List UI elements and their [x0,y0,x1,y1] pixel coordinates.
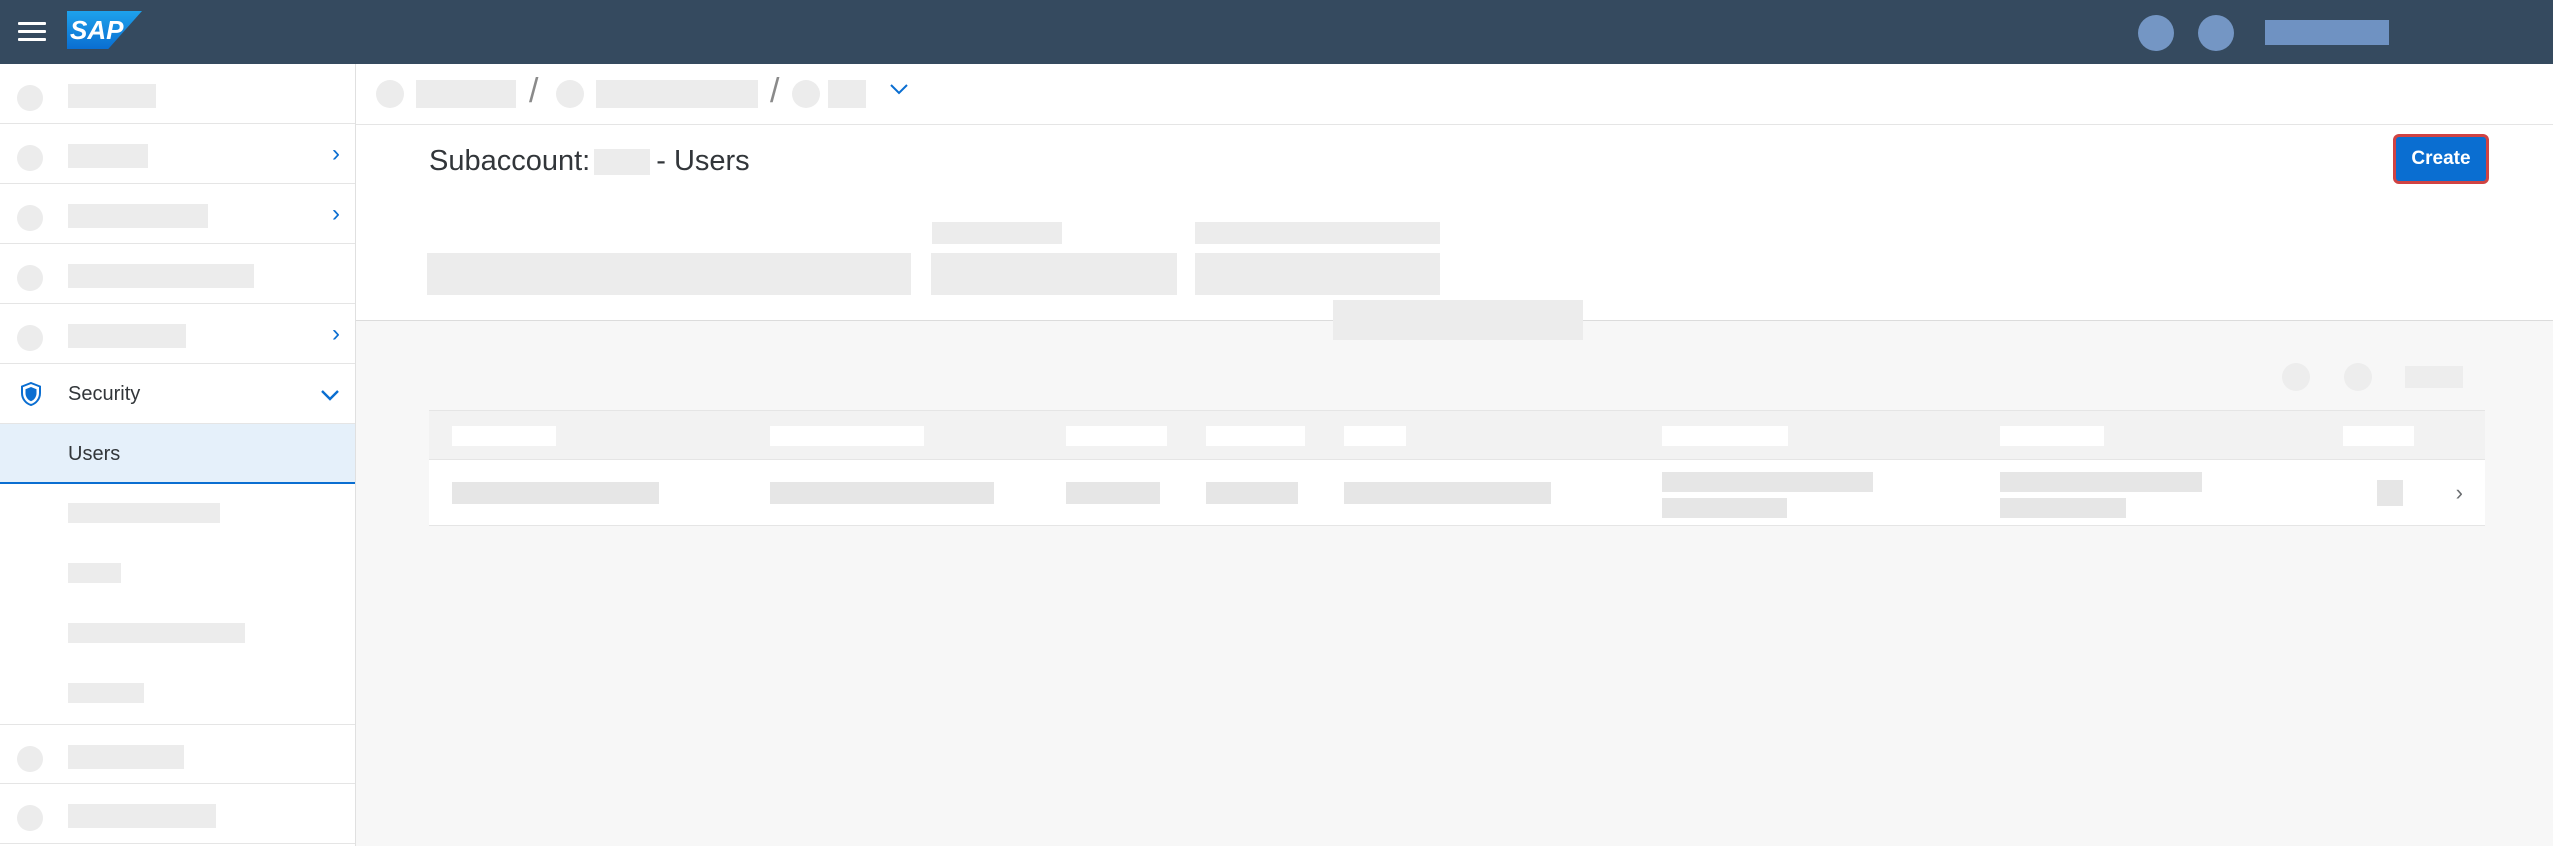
filter-field[interactable] [931,253,1177,295]
toolbar-action-icon[interactable] [2344,363,2372,391]
sidebar-item-label: Users [68,443,121,465]
user-name[interactable] [2265,20,2389,45]
nav-icon [17,325,43,351]
table-cell [1066,482,1160,504]
hamburger-menu-icon[interactable] [18,22,46,42]
subaccount-name [594,149,651,176]
nav-icon [17,85,43,111]
sap-logo[interactable]: SAP [67,11,142,49]
sidebar-item-label [68,324,186,348]
filter-label [1195,222,1440,244]
sidebar-item-label: Security [68,383,141,405]
create-button[interactable]: Create [2396,137,2486,181]
sidebar: › › › Security Users [0,64,356,846]
breadcrumb: / / [356,64,2553,125]
sidebar-item-users[interactable]: Users [0,424,355,484]
sidebar-subitem[interactable] [68,683,144,703]
sidebar-subitem[interactable] [68,623,245,643]
column-header[interactable] [770,426,924,446]
chevron-right-icon[interactable]: › [332,202,340,226]
toolbar-action-icon[interactable] [2282,363,2310,391]
table-cell [770,482,994,504]
breadcrumb-current [828,80,866,108]
notification-icon[interactable] [2138,15,2174,51]
sidebar-item-label [68,204,208,228]
breadcrumb-icon [556,80,584,108]
table-cell [2000,498,2126,518]
shell-bar: SAP [0,0,2553,64]
page-header: Subaccount: - Users Create [356,125,2553,321]
breadcrumb-link[interactable] [416,80,516,108]
sidebar-subitem[interactable] [68,503,220,523]
page-title: Subaccount: - Users [429,145,750,178]
breadcrumb-separator: / [529,72,539,110]
sidebar-item[interactable] [0,784,355,844]
chevron-down-icon[interactable] [319,384,341,406]
sidebar-item-label [68,144,148,168]
column-header[interactable] [452,426,556,446]
nav-icon [17,205,43,231]
nav-icon [17,746,43,772]
sidebar-item-label [68,264,254,288]
table-row[interactable]: › [429,460,2485,526]
filter-field[interactable] [1195,253,1440,295]
toolbar-action[interactable] [2405,366,2463,388]
sidebar-item[interactable] [0,64,355,124]
chevron-right-icon[interactable]: › [332,322,340,346]
table-cell [1344,482,1551,504]
column-header[interactable] [2000,426,2104,446]
table-cell [1662,498,1787,518]
collapse-header-bar[interactable] [1333,300,1583,340]
table-cell [1206,482,1298,504]
column-header[interactable] [1206,426,1305,446]
chevron-down-icon[interactable] [886,76,912,102]
breadcrumb-link[interactable] [596,80,758,108]
chevron-right-icon[interactable]: › [332,142,340,166]
table-cell [2000,472,2202,492]
row-action-icon[interactable] [2377,480,2403,506]
page-title-prefix: Subaccount: [429,145,591,177]
page-title-suffix: - Users [656,145,750,177]
table-cell [452,482,659,504]
help-icon[interactable] [2198,15,2234,51]
filter-label [932,222,1062,244]
sidebar-item-security[interactable]: Security [0,364,355,424]
search-field[interactable] [427,253,911,295]
column-header[interactable] [2343,426,2414,446]
sidebar-item-label [68,804,216,828]
sidebar-item[interactable]: › [0,184,355,244]
sidebar-item-label [68,745,184,769]
sidebar-item[interactable] [0,244,355,304]
chevron-right-icon[interactable]: › [2456,480,2463,506]
column-header[interactable] [1066,426,1167,446]
sidebar-item[interactable]: › [0,304,355,364]
column-header[interactable] [1662,426,1788,446]
sidebar-item-label [68,84,156,108]
breadcrumb-icon [376,80,404,108]
nav-icon [17,805,43,831]
breadcrumb-icon [792,80,820,108]
table-cell [1662,472,1873,492]
table-header [429,410,2485,460]
sidebar-subitem[interactable] [68,563,121,583]
users-table: › [429,410,2485,526]
breadcrumb-separator: / [770,72,780,110]
sidebar-item[interactable] [0,724,355,784]
nav-icon [17,145,43,171]
shield-icon [21,382,41,406]
column-header[interactable] [1344,426,1406,446]
nav-icon [17,265,43,291]
sidebar-item[interactable]: › [0,124,355,184]
